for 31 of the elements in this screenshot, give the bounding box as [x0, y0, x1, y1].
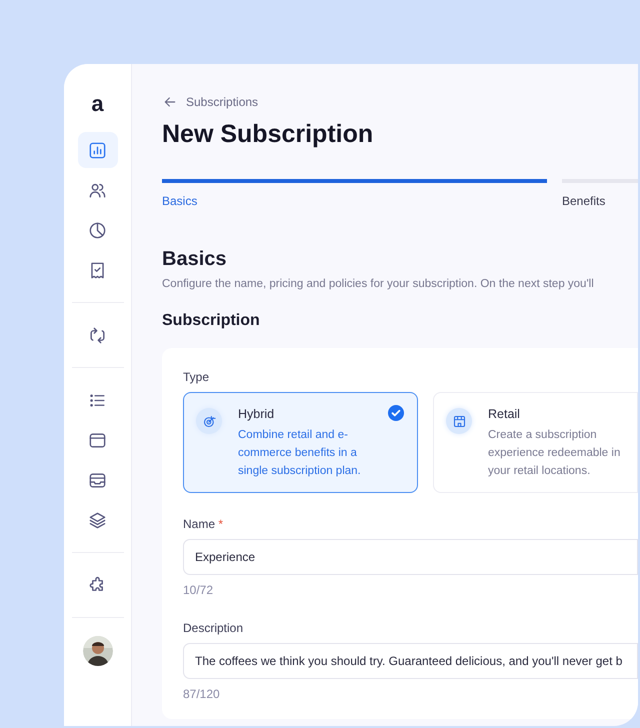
subsection-heading: Subscription: [162, 312, 261, 330]
step-tab[interactable]: Basics: [162, 179, 547, 208]
field-label: Description: [183, 621, 244, 635]
option-description: Combine retail and e-commerce benefits in a single subscription plan.: [238, 428, 362, 479]
field-label: Name *: [183, 517, 224, 531]
store-icon: [446, 408, 472, 434]
character-counter: 87/120: [183, 687, 221, 701]
target-icon: [196, 408, 222, 434]
inbox-icon: [88, 470, 107, 490]
page-title: New Subscription: [162, 120, 374, 149]
window-icon: [88, 430, 107, 450]
pie-chart-icon: [88, 220, 107, 240]
section-description: Configure the name, pricing and policies for your subscription. On the next step you'll: [162, 278, 595, 290]
option-title: Hybrid: [238, 407, 276, 421]
field-label: Type: [183, 370, 210, 384]
option-title: Retail: [488, 407, 521, 421]
step-tab[interactable]: Benefits: [562, 179, 638, 208]
input-field[interactable]: The coffees we think you should try. Guaranteed delicious, and you'll never get b: [183, 643, 638, 679]
repeat-icon: [88, 326, 107, 344]
input-field[interactable]: Experience: [183, 539, 638, 575]
nav-button[interactable]: [78, 132, 118, 168]
chart-icon: [88, 140, 107, 160]
breadcrumb-link[interactable]: Subscriptions: [186, 95, 258, 109]
layers-icon: [88, 510, 107, 530]
section-heading: Basics: [162, 248, 228, 271]
type-option[interactable]: Hybrid Combine retail and e-commerce benefits in a single subscription plan.: [183, 392, 418, 493]
character-counter: 10/72: [183, 583, 214, 597]
option-description: Create a subscription experience redeemable in your retail locations.: [488, 428, 622, 479]
check-circle-icon: [388, 405, 404, 421]
logo: a: [91, 92, 104, 118]
type-option[interactable]: Retail Create a subscription experience redeemable in your retail locations.: [433, 392, 638, 493]
